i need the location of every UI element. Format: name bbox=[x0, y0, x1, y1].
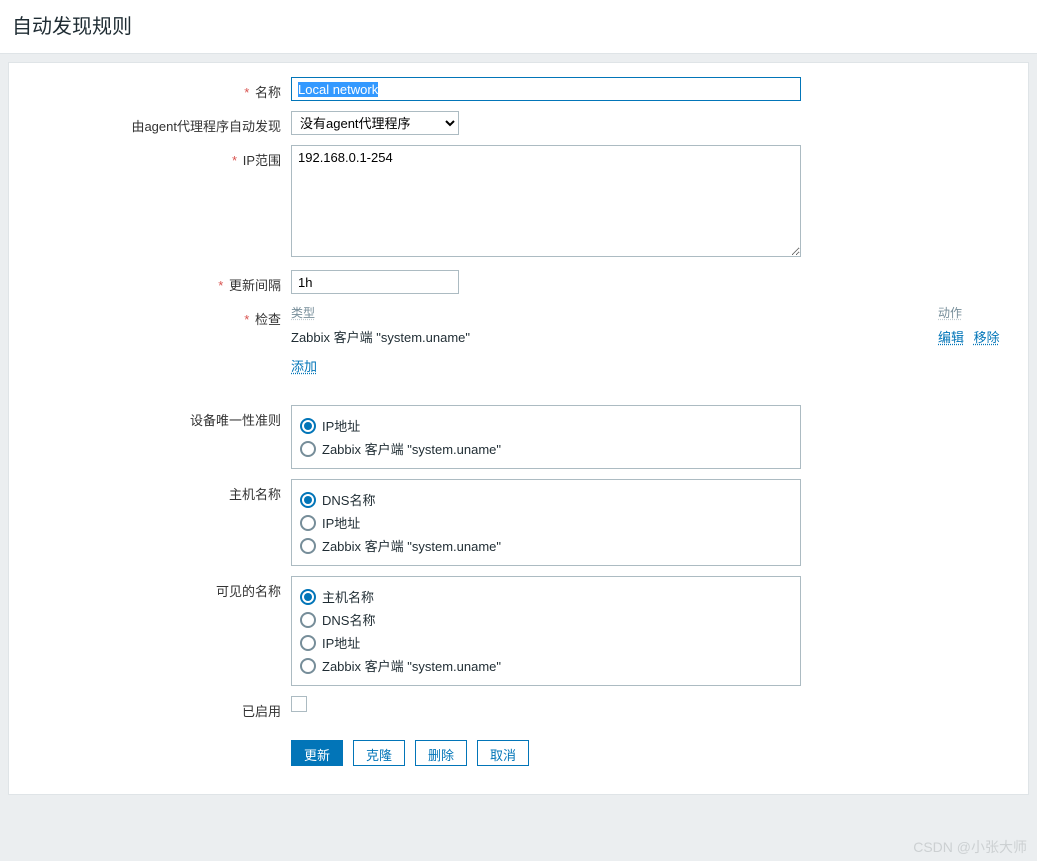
add-check-link[interactable]: 添加 bbox=[291, 359, 317, 374]
delete-button[interactable]: 删除 bbox=[415, 740, 467, 766]
check-type-label: Zabbix 客户端 "system.uname" bbox=[291, 327, 938, 346]
cancel-button[interactable]: 取消 bbox=[477, 740, 529, 766]
hostname-option-label[interactable]: IP地址 bbox=[322, 513, 360, 532]
uniqueness-radio[interactable] bbox=[300, 441, 316, 457]
watermark: CSDN @小张大师 bbox=[913, 837, 1027, 857]
label-update-interval: * 更新间隔 bbox=[19, 270, 291, 294]
check-row: Zabbix 客户端 "system.uname" 编辑 移除 bbox=[291, 327, 1018, 346]
page-title: 自动发现规则 bbox=[0, 0, 1037, 54]
label-name: * 名称 bbox=[19, 77, 291, 101]
hostname-option-label[interactable]: Zabbix 客户端 "system.uname" bbox=[322, 536, 501, 555]
label-enabled: 已启用 bbox=[19, 696, 291, 720]
update-button[interactable]: 更新 bbox=[291, 740, 343, 766]
uniqueness-option-label[interactable]: IP地址 bbox=[322, 416, 360, 435]
label-agent-discovery: 由agent代理程序自动发现 bbox=[19, 111, 291, 135]
visiblename-option-label[interactable]: Zabbix 客户端 "system.uname" bbox=[322, 656, 501, 675]
hostname-radio[interactable] bbox=[300, 538, 316, 554]
hostname-group: DNS名称 IP地址 Zabbix 客户端 "system.uname" bbox=[291, 479, 801, 566]
edit-check-link[interactable]: 编辑 bbox=[938, 330, 964, 345]
checks-header-type: 类型 bbox=[291, 306, 315, 320]
hostname-radio[interactable] bbox=[300, 492, 316, 508]
visiblename-radio[interactable] bbox=[300, 612, 316, 628]
visiblename-radio[interactable] bbox=[300, 589, 316, 605]
checks-header-action: 动作 bbox=[938, 306, 962, 320]
visiblename-option-label[interactable]: IP地址 bbox=[322, 633, 360, 652]
label-visible-name: 可见的名称 bbox=[19, 576, 291, 600]
visiblename-option-label[interactable]: DNS名称 bbox=[322, 610, 375, 629]
name-input[interactable] bbox=[291, 77, 801, 101]
visiblename-radio[interactable] bbox=[300, 635, 316, 651]
label-checks: * 检查 bbox=[19, 304, 291, 328]
hostname-radio[interactable] bbox=[300, 515, 316, 531]
agent-proxy-select[interactable]: 没有agent代理程序 bbox=[291, 111, 459, 135]
remove-check-link[interactable]: 移除 bbox=[974, 330, 1000, 345]
uniqueness-group: IP地址 Zabbix 客户端 "system.uname" bbox=[291, 405, 801, 469]
hostname-option-label[interactable]: DNS名称 bbox=[322, 490, 375, 509]
uniqueness-radio[interactable] bbox=[300, 418, 316, 434]
visiblename-radio[interactable] bbox=[300, 658, 316, 674]
update-interval-input[interactable] bbox=[291, 270, 459, 294]
label-ip-range: * IP范围 bbox=[19, 145, 291, 169]
label-uniqueness: 设备唯一性准则 bbox=[19, 405, 291, 429]
clone-button[interactable]: 克隆 bbox=[353, 740, 405, 766]
enabled-checkbox[interactable] bbox=[291, 696, 307, 712]
uniqueness-option-label[interactable]: Zabbix 客户端 "system.uname" bbox=[322, 439, 501, 458]
visiblename-option-label[interactable]: 主机名称 bbox=[322, 587, 374, 606]
visible-name-group: 主机名称 DNS名称 IP地址 Zabbix 客户端 "system.uname" bbox=[291, 576, 801, 686]
ip-range-textarea[interactable] bbox=[291, 145, 801, 257]
label-hostname: 主机名称 bbox=[19, 479, 291, 503]
form-panel: * 名称 由agent代理程序自动发现 没有agent代理程序 * IP范围 *… bbox=[8, 62, 1029, 795]
